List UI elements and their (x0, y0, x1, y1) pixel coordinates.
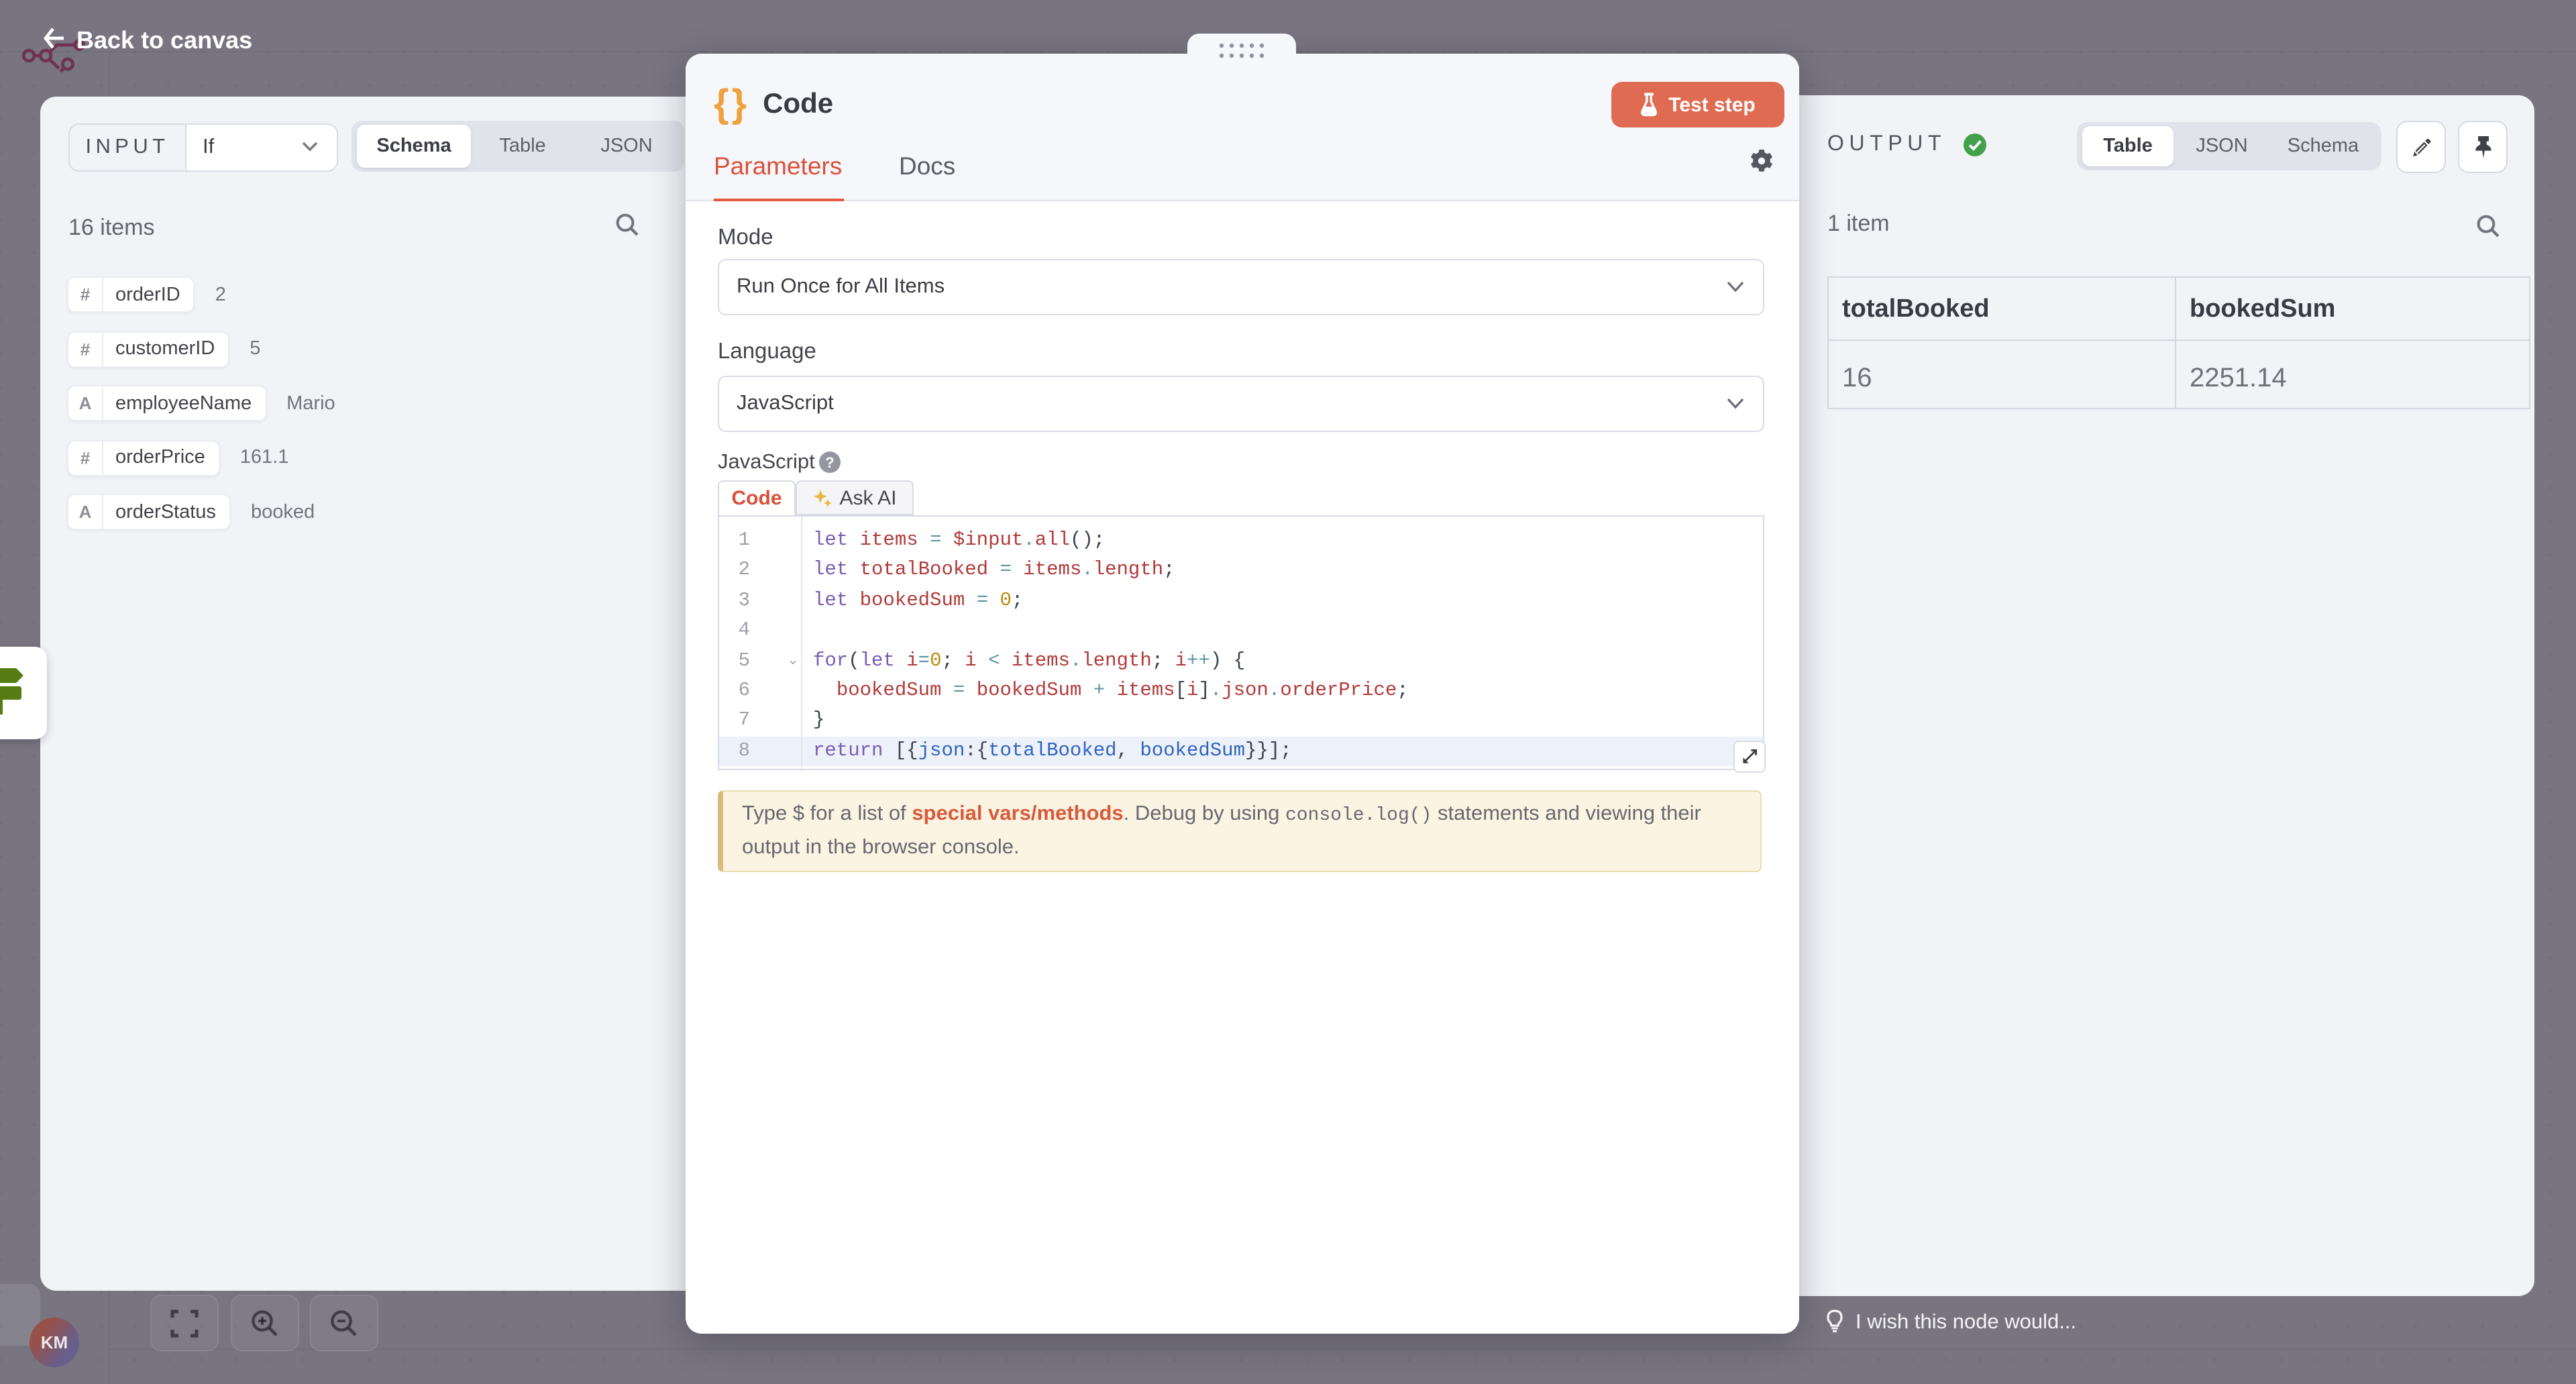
svg-text:?: ? (825, 454, 834, 471)
